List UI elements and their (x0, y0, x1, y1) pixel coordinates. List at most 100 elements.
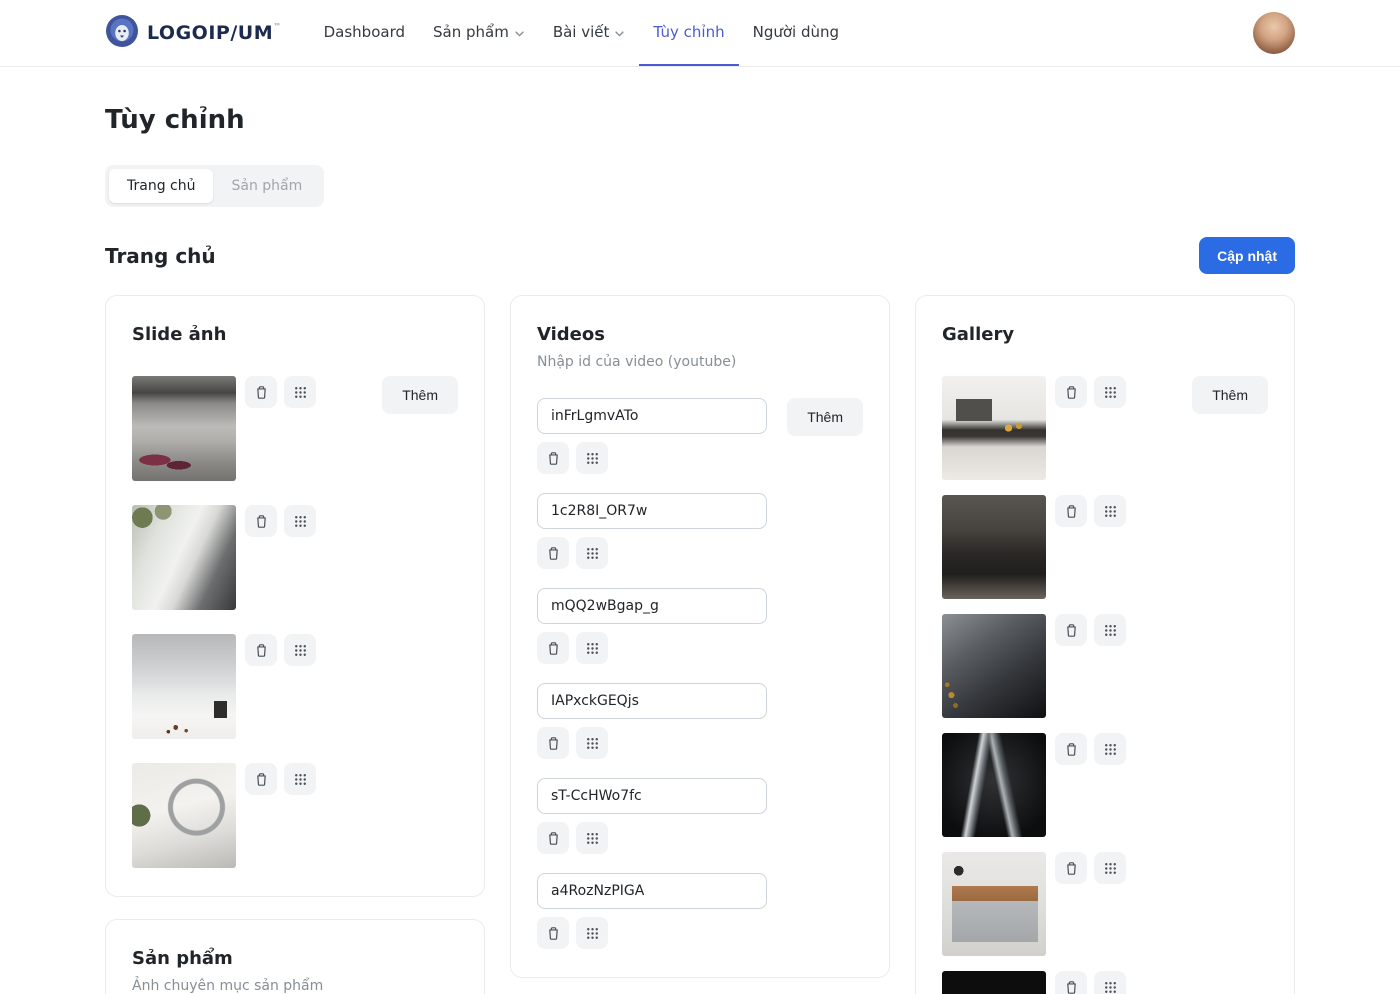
drag-handle-button[interactable] (576, 917, 608, 949)
add-slide-button[interactable]: Thêm (382, 376, 458, 414)
chevron-down-icon (514, 28, 525, 39)
nav-item-posts[interactable]: Bài viết (539, 0, 640, 66)
grid-dots-icon (292, 384, 309, 401)
drag-handle-button[interactable] (576, 537, 608, 569)
gallery-thumbnail (942, 733, 1046, 837)
slide-row (132, 634, 316, 739)
delete-video-button[interactable] (537, 537, 569, 569)
trash-icon (1063, 384, 1080, 401)
grid-dots-icon (584, 830, 601, 847)
drag-handle-button[interactable] (576, 822, 608, 854)
video-id-input[interactable] (537, 493, 767, 529)
delete-gallery-image-button[interactable] (1055, 733, 1087, 765)
drag-handle-button[interactable] (1094, 376, 1126, 408)
video-row (537, 683, 767, 759)
logo[interactable]: LOGOIP/UM™ (105, 14, 282, 52)
nav-item-users[interactable]: Người dùng (739, 0, 853, 66)
video-row (537, 873, 767, 949)
trash-icon (253, 513, 270, 530)
trash-icon (253, 384, 270, 401)
grid-dots-icon (584, 640, 601, 657)
nav-item-dashboard[interactable]: Dashboard (310, 0, 419, 66)
gallery-thumbnail (942, 852, 1046, 956)
video-id-input[interactable] (537, 398, 767, 434)
delete-gallery-image-button[interactable] (1055, 971, 1087, 994)
trash-icon (1063, 979, 1080, 994)
delete-gallery-image-button[interactable] (1055, 495, 1087, 527)
slide-thumbnail (132, 376, 236, 481)
tab-products[interactable]: Sản phẩm (213, 169, 320, 203)
video-id-input[interactable] (537, 588, 767, 624)
delete-gallery-image-button[interactable] (1055, 376, 1087, 408)
products-card-subtitle: Ảnh chuyên mục sản phẩm (132, 978, 458, 994)
drag-handle-button[interactable] (284, 505, 316, 537)
drag-handle-button[interactable] (284, 634, 316, 666)
logo-trademark: ™ (273, 22, 282, 31)
delete-video-button[interactable] (537, 727, 569, 759)
delete-video-button[interactable] (537, 442, 569, 474)
gallery-thumbnail (942, 614, 1046, 718)
slide-row (132, 763, 316, 868)
delete-slide-button[interactable] (245, 634, 277, 666)
logo-text: LOGOIP/UM™ (147, 22, 282, 44)
video-id-input[interactable] (537, 778, 767, 814)
delete-slide-button[interactable] (245, 763, 277, 795)
trash-icon (545, 640, 562, 657)
chevron-down-icon (614, 28, 625, 39)
video-id-input[interactable] (537, 873, 767, 909)
drag-handle-button[interactable] (1094, 495, 1126, 527)
grid-dots-icon (1102, 384, 1119, 401)
add-gallery-image-button[interactable]: Thêm (1192, 376, 1268, 414)
drag-handle-button[interactable] (1094, 852, 1126, 884)
delete-video-button[interactable] (537, 632, 569, 664)
top-navbar: LOGOIP/UM™ Dashboard Sản phẩm Bài viết T… (0, 0, 1400, 67)
tab-home[interactable]: Trang chủ (109, 169, 213, 203)
user-avatar[interactable] (1253, 12, 1295, 54)
gallery-row (942, 733, 1126, 837)
drag-handle-button[interactable] (576, 442, 608, 474)
grid-dots-icon (1102, 860, 1119, 877)
video-id-input[interactable] (537, 683, 767, 719)
grid-dots-icon (292, 642, 309, 659)
section-title: Trang chủ (105, 244, 216, 268)
delete-gallery-image-button[interactable] (1055, 852, 1087, 884)
gallery-row (942, 495, 1126, 599)
trash-icon (545, 545, 562, 562)
update-button[interactable]: Cập nhật (1199, 237, 1295, 274)
trash-icon (545, 450, 562, 467)
gallery-thumbnail (942, 495, 1046, 599)
slide-thumbnail (132, 505, 236, 610)
tab-group: Trang chủ Sản phẩm (105, 165, 324, 207)
drag-handle-button[interactable] (1094, 614, 1126, 646)
slide-thumbnail (132, 763, 236, 868)
delete-slide-button[interactable] (245, 505, 277, 537)
video-row (537, 493, 767, 569)
gallery-thumbnail (942, 971, 1046, 994)
page-title: Tùy chỉnh (105, 105, 1295, 135)
nav-item-customize[interactable]: Tùy chỉnh (639, 0, 738, 66)
drag-handle-button[interactable] (1094, 733, 1126, 765)
nav-item-products[interactable]: Sản phẩm (419, 0, 539, 66)
drag-handle-button[interactable] (576, 727, 608, 759)
videos-card: Videos Nhập id của video (youtube) (510, 295, 890, 978)
videos-card-subtitle: Nhập id của video (youtube) (537, 354, 863, 370)
delete-slide-button[interactable] (245, 376, 277, 408)
trash-icon (1063, 860, 1080, 877)
trash-icon (1063, 741, 1080, 758)
add-video-button[interactable]: Thêm (787, 398, 863, 436)
delete-video-button[interactable] (537, 917, 569, 949)
trash-icon (545, 925, 562, 942)
trash-icon (253, 771, 270, 788)
drag-handle-button[interactable] (576, 632, 608, 664)
slides-card: Slide ảnh (105, 295, 485, 897)
trash-icon (545, 830, 562, 847)
delete-video-button[interactable] (537, 822, 569, 854)
drag-handle-button[interactable] (284, 763, 316, 795)
main-content: Tùy chỉnh Trang chủ Sản phẩm Trang chủ C… (105, 105, 1295, 994)
video-row (537, 398, 767, 474)
drag-handle-button[interactable] (1094, 971, 1126, 994)
delete-gallery-image-button[interactable] (1055, 614, 1087, 646)
grid-dots-icon (1102, 979, 1119, 994)
grid-dots-icon (292, 771, 309, 788)
drag-handle-button[interactable] (284, 376, 316, 408)
